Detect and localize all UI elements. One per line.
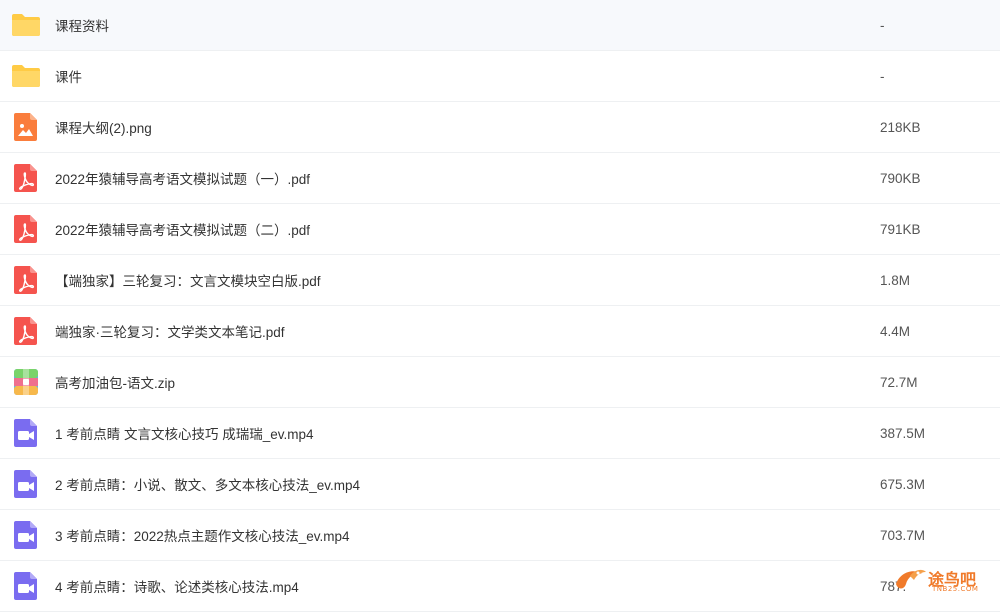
- file-name: 2022年猿辅导高考语文模拟试题（一）.pdf: [55, 172, 311, 187]
- file-list: 课程资料 - 课件 - 课程大纲(2).png 218KB 2022年猿辅导高考…: [0, 0, 1000, 612]
- video-file-icon: [11, 418, 41, 448]
- watermark-logo: 途鸟吧 TNB25.COM: [892, 562, 992, 596]
- file-name: 4 考前点睛：诗歌、论述类核心技法.mp4: [55, 580, 299, 595]
- file-size: -: [880, 68, 885, 84]
- zip-file-icon: [11, 367, 41, 397]
- file-name: 【端独家】三轮复习：文言文模块空白版.pdf: [55, 274, 321, 289]
- folder-icon: [11, 61, 41, 91]
- file-size: 1.8M: [880, 272, 911, 288]
- video-file-icon: [11, 469, 41, 499]
- file-name: 2022年猿辅导高考语文模拟试题（二）.pdf: [55, 223, 311, 238]
- folder-icon: [11, 10, 41, 40]
- file-name: 高考加油包-语文.zip: [55, 376, 176, 391]
- watermark-sub: TNB25.COM: [932, 585, 979, 593]
- file-name: 3 考前点睛：2022热点主题作文核心技法_ev.mp4: [55, 529, 350, 544]
- file-size: 675.3M: [880, 476, 926, 492]
- file-name: 端独家·三轮复习：文学类文本笔记.pdf: [55, 325, 285, 340]
- bird-logo-icon: [896, 569, 926, 589]
- file-row[interactable]: 高考加油包-语文.zip 72.7M: [0, 357, 1000, 408]
- pdf-file-icon: [11, 163, 41, 193]
- file-row[interactable]: 课程大纲(2).png 218KB: [0, 102, 1000, 153]
- file-size: 72.7M: [880, 374, 918, 390]
- file-row[interactable]: 课件 -: [0, 51, 1000, 102]
- file-row[interactable]: 课程资料 -: [0, 0, 1000, 51]
- file-size: -: [880, 17, 885, 33]
- pdf-file-icon: [11, 214, 41, 244]
- file-name: 课程资料: [55, 19, 109, 34]
- file-size: 218KB: [880, 119, 921, 135]
- video-file-icon: [11, 520, 41, 550]
- file-row[interactable]: 2 考前点睛：小说、散文、多文本核心技法_ev.mp4 675.3M: [0, 459, 1000, 510]
- file-name: 2 考前点睛：小说、散文、多文本核心技法_ev.mp4: [55, 478, 361, 493]
- file-name: 课程大纲(2).png: [55, 121, 152, 136]
- file-size: 387.5M: [880, 425, 926, 441]
- file-row[interactable]: 1 考前点睛 文言文核心技巧 成瑞瑞_ev.mp4 387.5M: [0, 408, 1000, 459]
- file-size: 4.4M: [880, 323, 911, 339]
- file-size: 703.7M: [880, 527, 926, 543]
- pdf-file-icon: [11, 265, 41, 295]
- file-name: 1 考前点睛 文言文核心技巧 成瑞瑞_ev.mp4: [55, 427, 314, 442]
- file-name: 课件: [55, 70, 82, 85]
- file-row[interactable]: 4 考前点睛：诗歌、论述类核心技法.mp4 787.: [0, 561, 1000, 612]
- file-size: 791KB: [880, 221, 921, 237]
- image-file-icon: [11, 112, 41, 142]
- file-row[interactable]: 2022年猿辅导高考语文模拟试题（一）.pdf 790KB: [0, 153, 1000, 204]
- video-file-icon: [11, 571, 41, 601]
- file-size: 790KB: [880, 170, 921, 186]
- file-row[interactable]: 2022年猿辅导高考语文模拟试题（二）.pdf 791KB: [0, 204, 1000, 255]
- pdf-file-icon: [11, 316, 41, 346]
- file-row[interactable]: 端独家·三轮复习：文学类文本笔记.pdf 4.4M: [0, 306, 1000, 357]
- file-row[interactable]: 3 考前点睛：2022热点主题作文核心技法_ev.mp4 703.7M: [0, 510, 1000, 561]
- file-row[interactable]: 【端独家】三轮复习：文言文模块空白版.pdf 1.8M: [0, 255, 1000, 306]
